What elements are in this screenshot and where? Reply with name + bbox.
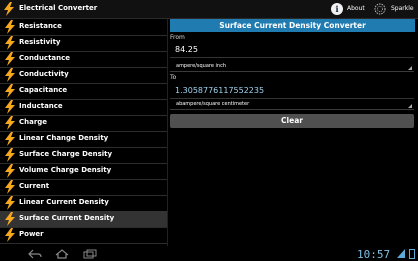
list-item-power[interactable]: Power — [0, 227, 167, 244]
lightning-bolt-icon — [5, 164, 15, 178]
list-item-label: Power — [19, 230, 44, 238]
list-item-surface-current-density[interactable]: Surface Current Density — [0, 211, 167, 228]
to-unit-label: abampere/square centimeter — [176, 101, 250, 107]
sparkle-icon[interactable] — [374, 3, 386, 15]
lightning-bolt-icon — [5, 116, 15, 130]
lightning-bolt-icon — [5, 212, 15, 226]
from-value-input[interactable]: 84.25 — [175, 45, 198, 54]
clock: 10:57 — [357, 248, 391, 261]
about-button[interactable]: About — [347, 5, 365, 12]
action-bar: Electrical Converter i About Sparkle — [0, 0, 418, 19]
lightning-bolt-icon — [5, 52, 15, 66]
list-item-label: Linear Change Density — [19, 134, 109, 142]
back-icon[interactable] — [28, 249, 42, 259]
list-item-label: Linear Current Density — [19, 198, 109, 206]
lightning-bolt-icon — [5, 100, 15, 114]
list-item-label: Capacitance — [19, 86, 68, 94]
clear-button[interactable]: Clear — [170, 114, 414, 128]
list-item-conductance[interactable]: Conductance — [0, 51, 167, 68]
panel-divider — [167, 19, 168, 246]
to-value-output[interactable]: 1.3058776117552235 — [175, 86, 264, 95]
to-label: To — [170, 74, 177, 81]
list-item-conductivity[interactable]: Conductivity — [0, 67, 167, 84]
dropdown-triangle-icon — [408, 104, 412, 108]
list-item-label: Resistivity — [19, 38, 61, 46]
list-item-label: Volume Charge Density — [19, 166, 112, 174]
battery-icon — [409, 249, 415, 259]
lightning-bolt-icon — [5, 36, 15, 50]
list-item-label: Charge — [19, 118, 48, 126]
converter-list: Resistance Resistivity Conductance Condu… — [0, 19, 167, 246]
list-item-inductance[interactable]: Inductance — [0, 99, 167, 116]
recent-apps-icon[interactable] — [83, 249, 97, 259]
list-item-label: Surface Current Density — [19, 214, 115, 222]
dropdown-triangle-icon — [408, 66, 412, 70]
from-unit-select[interactable]: ampere/square inch — [170, 61, 414, 72]
list-item-label: Inductance — [19, 102, 63, 110]
to-unit-select[interactable]: abampere/square centimeter — [170, 99, 414, 110]
home-icon[interactable] — [55, 249, 69, 259]
list-item-volume-charge-density[interactable]: Volume Charge Density — [0, 163, 167, 180]
list-item-current[interactable]: Current — [0, 179, 167, 196]
list-item-resistivity[interactable]: Resistivity — [0, 35, 167, 52]
lightning-bolt-icon — [5, 68, 15, 82]
from-input-underline — [170, 57, 414, 58]
list-item-charge[interactable]: Charge — [0, 115, 167, 132]
converter-title: Surface Current Density Converter — [170, 19, 415, 32]
from-label: From — [170, 34, 185, 41]
list-item-linear-charge-density[interactable]: Linear Change Density — [0, 131, 167, 148]
list-item-label: Conductivity — [19, 70, 69, 78]
list-item-label: Surface Charge Density — [19, 150, 113, 158]
list-item-label: Resistance — [19, 22, 62, 30]
lightning-bolt-icon — [5, 180, 15, 194]
lightning-bolt-icon — [5, 20, 15, 34]
from-unit-label: ampere/square inch — [176, 63, 226, 69]
list-item-label: Current — [19, 182, 50, 190]
list-item-surface-charge-density[interactable]: Surface Charge Density — [0, 147, 167, 164]
lightning-bolt-icon — [5, 148, 15, 162]
wifi-icon — [397, 249, 405, 258]
lightning-bolt-icon — [5, 84, 15, 98]
lightning-bolt-icon — [5, 132, 15, 146]
list-item-resistance[interactable]: Resistance — [0, 19, 167, 36]
lightning-bolt-icon — [5, 228, 15, 242]
lightning-bolt-icon — [4, 2, 14, 16]
sparkle-button[interactable]: Sparkle — [391, 5, 414, 12]
list-item-label: Conductance — [19, 54, 71, 62]
system-bar: 10:57 — [0, 247, 418, 261]
list-item-linear-current-density[interactable]: Linear Current Density — [0, 195, 167, 212]
list-item-capacitance[interactable]: Capacitance — [0, 83, 167, 100]
lightning-bolt-icon — [5, 196, 15, 210]
info-icon[interactable]: i — [331, 3, 343, 15]
app-title: Electrical Converter — [19, 4, 98, 12]
